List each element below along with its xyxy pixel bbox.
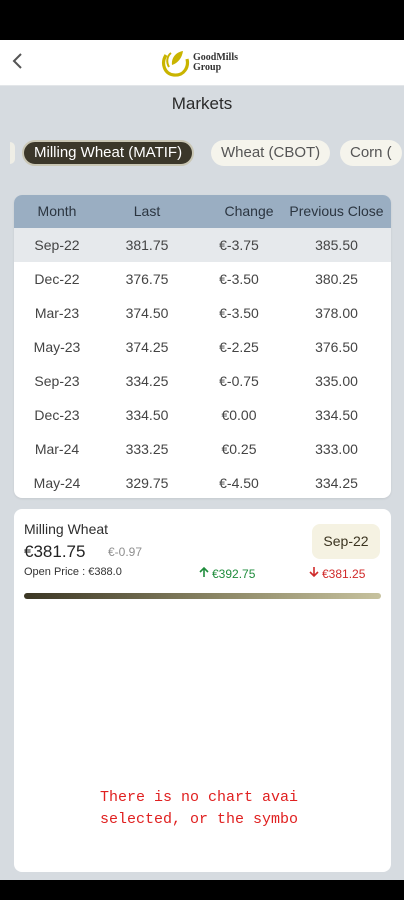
table-row[interactable]: Mar-23 374.50 €-3.50 378.00 (14, 296, 391, 330)
cell-last: 334.25 (125, 373, 169, 389)
cell-last: 329.75 (125, 475, 169, 491)
cell-previous-close: 334.50 (315, 407, 358, 423)
cell-last: 381.75 (125, 237, 169, 253)
column-header-previous-close: Previous Close (289, 203, 384, 219)
cell-change: €-3.50 (219, 305, 259, 321)
open-price: Open Price : €388.0 (24, 566, 122, 578)
cell-previous-close: 385.50 (315, 237, 358, 253)
no-chart-message: There is no chart avai selected, or the … (100, 787, 312, 831)
tab-milling-wheat-matif[interactable]: Milling Wheat (MATIF) (22, 140, 195, 166)
cell-last: 333.25 (125, 441, 169, 457)
cell-month: Sep-23 (34, 373, 80, 389)
table-row[interactable]: Sep-22 381.75 €-3.75 385.50 (14, 228, 391, 262)
cell-last: 374.50 (125, 305, 169, 321)
app-bar: GoodMills Group (0, 40, 404, 86)
arrow-up-icon (198, 566, 210, 581)
cell-change: €-3.75 (219, 237, 259, 253)
contract-detail-card: Milling Wheat €381.75 €-0.97 Open Price … (14, 509, 391, 872)
brand-logo: GoodMills Group (160, 45, 238, 81)
cell-previous-close: 376.50 (315, 339, 358, 355)
day-high-value: €392.75 (212, 566, 256, 581)
day-low-value: €381.25 (322, 566, 366, 581)
cell-previous-close: 378.00 (315, 305, 358, 321)
open-price-value: €388.0 (88, 566, 122, 578)
cell-month: Sep-22 (34, 237, 80, 253)
cell-change: €-3.50 (219, 271, 259, 287)
arrow-down-icon (308, 566, 320, 581)
contract-month-badge[interactable]: Sep-22 (312, 524, 380, 559)
cell-month: May-23 (33, 339, 81, 355)
market-tabs: Milling Wheat (MATIF) Wheat (CBOT) Corn … (0, 140, 404, 166)
tab-wheat-cbot[interactable]: Wheat (CBOT) (211, 140, 331, 166)
cell-previous-close: 380.25 (315, 271, 358, 287)
cell-month: May-24 (33, 475, 81, 491)
table-header: Month Last Change Previous Close (14, 195, 391, 228)
product-name: Milling Wheat (24, 521, 109, 537)
cell-change: €-0.75 (219, 373, 259, 389)
back-button[interactable] (4, 49, 32, 77)
table-row[interactable]: Dec-22 376.75 €-3.50 380.25 (14, 262, 391, 296)
cell-month: Dec-22 (34, 271, 80, 287)
cell-change: €-4.50 (219, 475, 259, 491)
cell-month: Mar-24 (34, 441, 80, 457)
cell-previous-close: 334.25 (315, 475, 358, 491)
price-range-bar (24, 593, 381, 599)
cell-last: 376.75 (125, 271, 169, 287)
table-row[interactable]: Sep-23 334.25 €-0.75 335.00 (14, 364, 391, 398)
futures-table: Month Last Change Previous Close Sep-22 … (14, 195, 391, 498)
column-header-last: Last (133, 203, 161, 219)
column-header-month: Month (37, 203, 77, 219)
table-row[interactable]: May-24 329.75 €-4.50 334.25 (14, 466, 391, 498)
page-title: Markets (171, 94, 233, 113)
table-row[interactable]: Dec-23 334.50 €0.00 334.50 (14, 398, 391, 432)
cell-change: €0.00 (221, 407, 257, 423)
cell-change: €0.25 (221, 441, 257, 457)
system-nav-bar (0, 880, 404, 900)
status-bar (0, 0, 404, 40)
cell-month: Mar-23 (34, 305, 80, 321)
tab-previous-partial[interactable] (10, 142, 15, 164)
cell-previous-close: 335.00 (315, 373, 358, 389)
tab-corn[interactable]: Corn ( (340, 140, 402, 166)
day-high: €392.75 (198, 566, 255, 581)
table-row[interactable]: Mar-24 333.25 €0.25 333.00 (14, 432, 391, 466)
cell-last: 374.25 (125, 339, 169, 355)
cell-last: 334.50 (125, 407, 169, 423)
price-change: €-0.97 (108, 545, 143, 559)
current-price: €381.75 (24, 542, 86, 561)
cell-change: €-2.25 (219, 339, 259, 355)
table-row[interactable]: May-23 374.25 €-2.25 376.50 (14, 330, 391, 364)
logo-text-line2: Group (193, 62, 222, 73)
goodmills-logo-icon (160, 45, 190, 82)
cell-month: Dec-23 (34, 407, 80, 423)
cell-previous-close: 333.00 (315, 441, 358, 457)
no-chart-message-line2: selected, or the symbo (100, 811, 299, 828)
day-low: €381.25 (308, 566, 365, 581)
open-price-label: Open Price : (24, 566, 89, 578)
chevron-left-icon (11, 52, 25, 75)
no-chart-message-line1: There is no chart avai (100, 789, 299, 806)
